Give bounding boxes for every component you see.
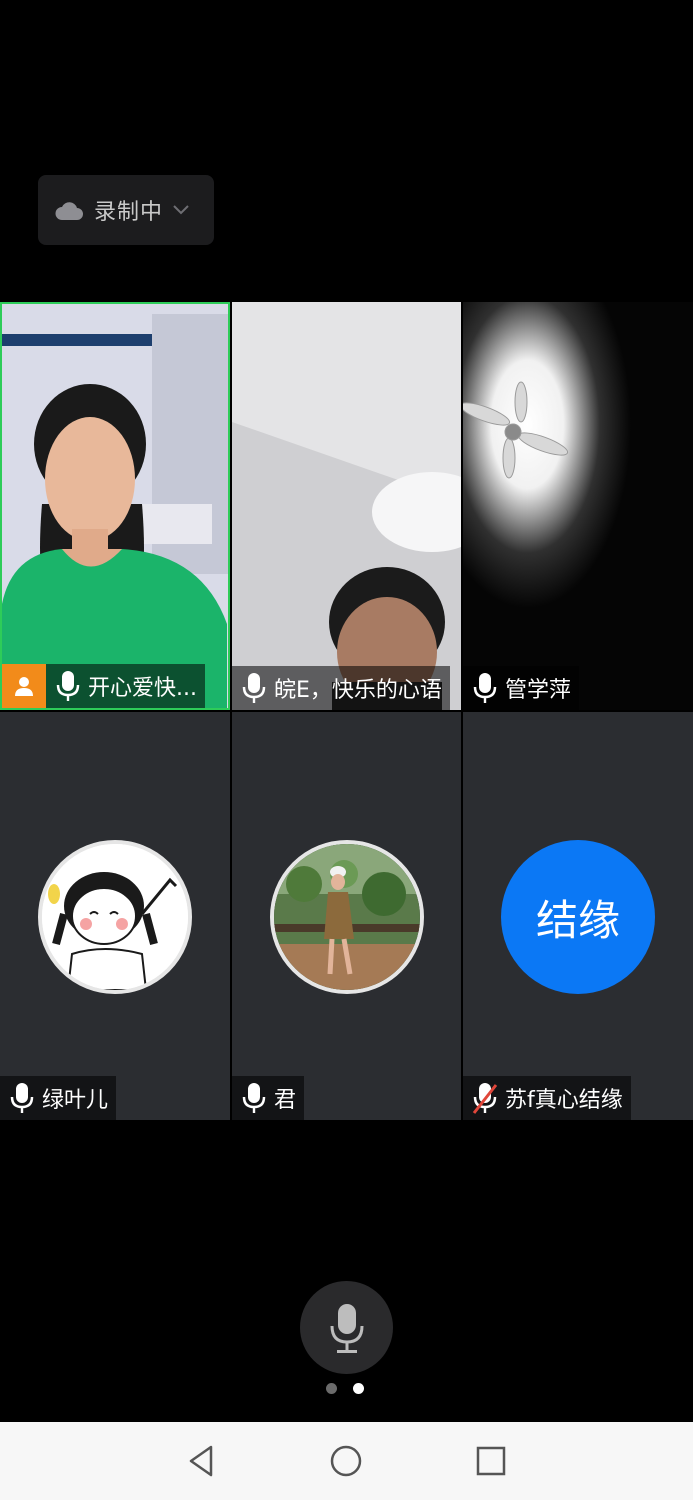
cloud-icon bbox=[55, 202, 83, 220]
participant-tile-3[interactable]: 管学萍 bbox=[463, 302, 693, 710]
avatar: 结缘 bbox=[501, 840, 655, 994]
recording-indicator[interactable]: 录制中 bbox=[38, 175, 214, 245]
microphone-icon bbox=[56, 671, 80, 701]
participant-name: 开心爱快... bbox=[88, 676, 197, 701]
microphone-icon bbox=[242, 673, 266, 703]
participant-name: 苏f真心结缘 bbox=[505, 1088, 623, 1113]
participant-tile-1[interactable]: 开心爱快... bbox=[0, 302, 230, 710]
host-icon bbox=[2, 664, 46, 708]
back-icon[interactable] bbox=[185, 1444, 219, 1478]
chevron-down-icon bbox=[173, 205, 189, 215]
participant-tile-2[interactable]: 皖E，快乐的心语 bbox=[232, 302, 461, 710]
meeting-screen: 录制中 开心爱快... 皖E，快乐的心语 管学萍 绿叶儿 君 结缘 苏f真心结缘 bbox=[0, 0, 693, 1500]
photo-avatar bbox=[273, 844, 420, 990]
cartoon-girl-avatar bbox=[42, 844, 188, 990]
home-icon[interactable] bbox=[329, 1444, 363, 1478]
avatar bbox=[269, 840, 424, 994]
microphone-icon bbox=[10, 1083, 34, 1113]
microphone-muted-icon bbox=[472, 1083, 498, 1114]
participant-tile-5[interactable]: 君 bbox=[232, 712, 461, 1120]
microphone-icon bbox=[473, 673, 497, 703]
name-bar: 苏f真心结缘 bbox=[463, 1076, 631, 1120]
video-feed bbox=[2, 304, 228, 708]
name-bar: 皖E，快乐的心语 bbox=[232, 666, 450, 710]
participant-tile-4[interactable]: 绿叶儿 bbox=[0, 712, 230, 1120]
mute-toggle-button[interactable] bbox=[300, 1281, 393, 1374]
page-dot-active bbox=[353, 1383, 364, 1394]
system-navigation-bar bbox=[0, 1422, 693, 1500]
participant-name: 管学萍 bbox=[505, 678, 572, 703]
recents-icon[interactable] bbox=[474, 1444, 508, 1478]
name-bar: 绿叶儿 bbox=[0, 1076, 117, 1120]
participant-name: 皖E，快乐的心语 bbox=[274, 678, 442, 703]
video-feed bbox=[463, 302, 693, 710]
microphone-icon bbox=[242, 1083, 266, 1113]
video-feed bbox=[232, 302, 461, 710]
microphone-icon bbox=[330, 1303, 363, 1353]
page-dot bbox=[326, 1383, 337, 1394]
page-indicator bbox=[326, 1383, 364, 1394]
name-bar: 君 bbox=[232, 1076, 305, 1120]
recording-label: 录制中 bbox=[94, 200, 164, 225]
avatar bbox=[38, 840, 192, 994]
participant-name: 君 bbox=[274, 1088, 297, 1113]
participant-tile-6[interactable]: 结缘 苏f真心结缘 bbox=[463, 712, 693, 1120]
name-bar: 管学萍 bbox=[463, 666, 580, 710]
avatar-initials: 结缘 bbox=[535, 895, 620, 945]
participant-name: 绿叶儿 bbox=[42, 1088, 109, 1113]
name-bar: 开心爱快... bbox=[2, 664, 205, 708]
